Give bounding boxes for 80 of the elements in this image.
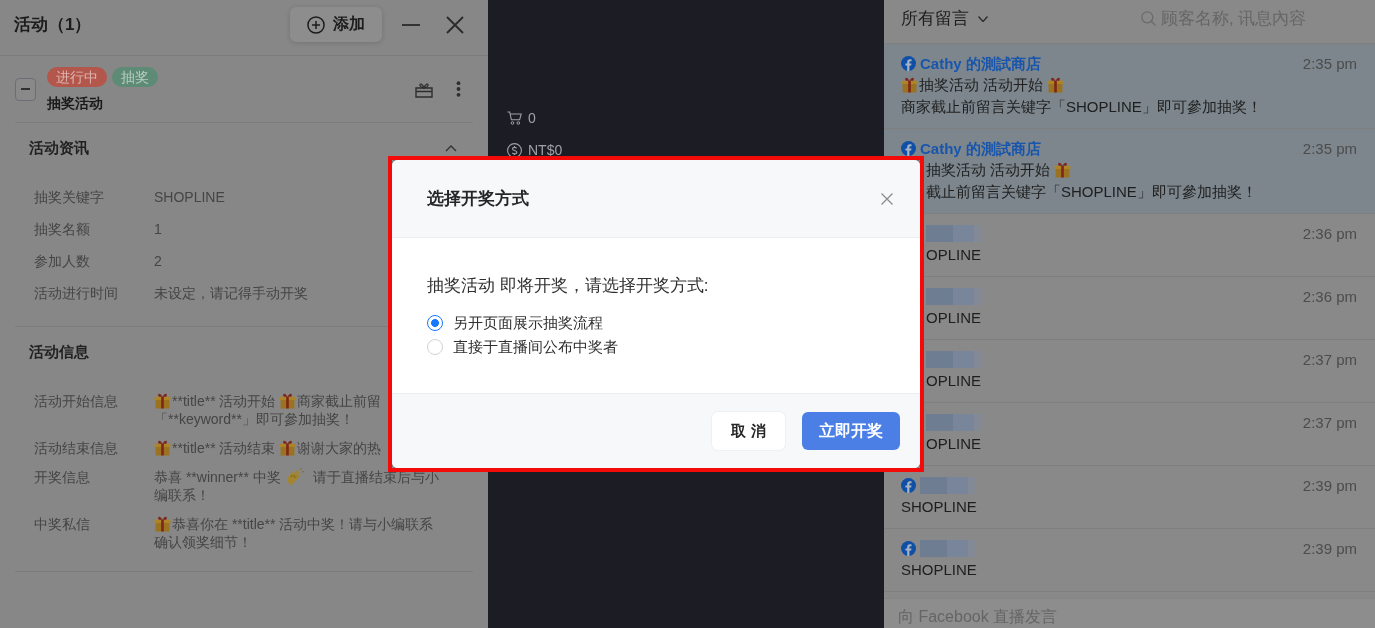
gift-icon (154, 515, 171, 532)
radio-label[interactable]: 直接于直播间公布中奖者 (453, 337, 618, 357)
gift-icon (1047, 76, 1065, 93)
comment-text: 截止前留言关键字「SHOPLINE」即可參加抽奖！ (926, 183, 1257, 200)
gift-icon (279, 439, 297, 456)
chevron-icon[interactable] (445, 144, 457, 152)
comment-time: 2:37 pm (1302, 350, 1357, 370)
field-label: 活动进行时间 (34, 284, 119, 302)
cancel-button[interactable]: 取 消 (712, 412, 785, 450)
comment-time: 2:35 pm (1302, 54, 1357, 74)
comment-text: OPLINE (926, 372, 982, 389)
field-value: 未设定，请记得手动开奖 (154, 285, 308, 301)
author-name: Cathy 的測試商店 (920, 140, 1041, 157)
author-name: Cathy 的測試商店 (920, 55, 1041, 72)
comment-text: 商家截止前留言关键字「SHOPLINE」即可參加抽奖！ (901, 98, 1262, 115)
gift-icon (279, 392, 297, 409)
field-value: 2 (154, 253, 162, 269)
field-value: SHOPLINE (154, 189, 225, 205)
comment-text: 抽奖活动 活动开始 (926, 161, 1051, 178)
comment-time: 2:39 pm (1302, 476, 1357, 496)
comment-text: SHOPLINE (901, 498, 977, 515)
plus-circle-icon (307, 15, 325, 34)
comment-text: OPLINE (926, 435, 982, 452)
chevron-down-icon (978, 15, 988, 22)
close-icon[interactable] (881, 192, 893, 205)
gift-icon (154, 392, 171, 409)
field-value: **title** 活动开始 (172, 393, 276, 409)
field-value: 1 (154, 221, 162, 237)
field-value: 恭喜你在 **title** 活动中奖！请与小编联系 (172, 516, 434, 532)
tag: 抽奖 (112, 67, 158, 87)
confirm-button[interactable]: 立即开奖 (802, 412, 900, 450)
radio-label[interactable]: 另开页面展示抽奖流程 (453, 313, 603, 333)
close-icon[interactable] (446, 15, 464, 34)
cart-icon (507, 111, 522, 125)
comment-time: 2:36 pm (1302, 224, 1357, 244)
stat-value: 0 (528, 110, 536, 126)
section-title: 活动资讯 (29, 138, 89, 158)
search-icon (1141, 11, 1156, 26)
comment-time: 2:39 pm (1302, 539, 1357, 559)
field-label: 抽奖关键字 (34, 188, 105, 206)
dollar-coin-icon (507, 142, 522, 158)
field-value: 确认领奖细节！ (154, 534, 252, 550)
field-label: 参加人数 (34, 252, 91, 270)
more-icon[interactable] (456, 81, 461, 97)
comment-time: 2:36 pm (1302, 287, 1357, 307)
stat-value: NT$0 (528, 142, 563, 158)
minus-icon (21, 88, 30, 90)
section-title: 活动信息 (29, 342, 89, 362)
comment-text: 抽奖活动 活动开始 (919, 76, 1044, 93)
activity-name: 抽奖活动 (47, 95, 103, 111)
clapping-hands-icon (285, 468, 304, 486)
field-label: 中奖私信 (34, 515, 91, 534)
radio-button[interactable] (427, 315, 443, 331)
field-value: 编联系！ (154, 487, 210, 503)
comment-time: 2:37 pm (1302, 413, 1357, 433)
comment-time: 2:35 pm (1302, 139, 1357, 159)
field-value: 商家截止前留 (297, 393, 382, 409)
comment-text: OPLINE (926, 309, 982, 326)
tag: 进行中 (47, 67, 107, 87)
field-label: 活动结束信息 (34, 439, 119, 457)
field-value: 「**keyword**」即可參加抽奖！ (154, 411, 354, 427)
field-label: 开奖信息 (34, 468, 91, 487)
gift-icon (154, 439, 171, 456)
gift-icon (1054, 161, 1072, 178)
collapse-button[interactable] (15, 77, 36, 101)
gift-box-icon[interactable] (415, 80, 433, 98)
field-value: 恭喜 **winner** 中奖 (154, 469, 281, 485)
gift-icon (901, 76, 918, 93)
field-value: **title** 活动结束 (172, 440, 276, 456)
filter-dropdown[interactable]: 所有留言 (901, 7, 988, 30)
dialog-prompt: 抽奖活动 即将开奖，请选择开奖方式: (427, 275, 709, 297)
field-value: 谢谢大家的热 (297, 440, 382, 456)
field-label: 抽奖名额 (34, 220, 91, 238)
comment-text: OPLINE (926, 246, 982, 263)
minimize-icon[interactable] (402, 23, 420, 26)
add-button[interactable]: 添加 (290, 7, 382, 42)
comment-text: SHOPLINE (901, 561, 977, 578)
field-label: 活动开始信息 (34, 392, 119, 411)
dialog-title: 选择开奖方式 (427, 188, 529, 210)
panel-title: 活动（1） (14, 14, 92, 36)
